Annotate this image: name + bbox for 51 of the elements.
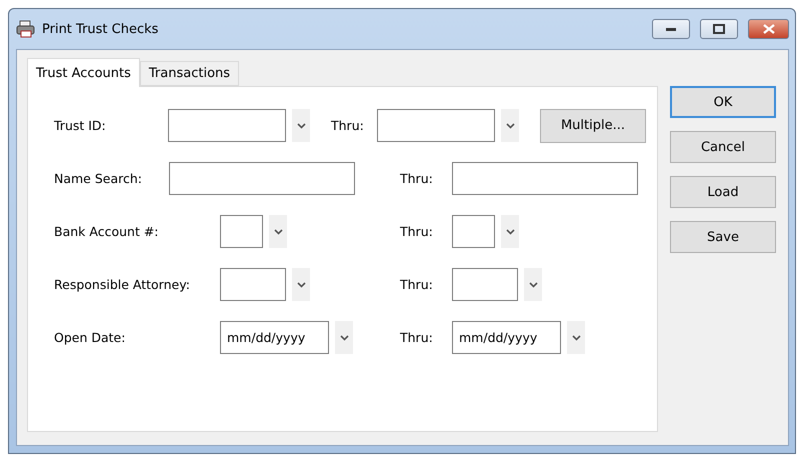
tab[interactable]: Trust Accounts [27, 58, 140, 87]
minimize-button[interactable] [652, 19, 690, 39]
dropdown-button[interactable] [269, 215, 287, 248]
multiple-button[interactable]: Multiple... [540, 108, 646, 142]
input-field[interactable] [220, 268, 286, 301]
dropdown-button[interactable] [335, 321, 353, 354]
field-label: Thru: [400, 171, 434, 186]
dropdown-button[interactable] [567, 321, 585, 354]
field-label: Thru: [400, 224, 434, 239]
input-field[interactable] [452, 215, 495, 248]
field-label: Trust ID: [54, 118, 107, 133]
dialog-button[interactable]: Cancel [670, 131, 776, 163]
field-label: Responsible Attorney: [54, 277, 191, 292]
field-label: Name Search: [54, 171, 144, 186]
printer-icon [16, 20, 36, 38]
maximize-button[interactable] [700, 19, 738, 39]
field-label: Bank Account #: [54, 224, 160, 239]
chevron-down-icon [506, 122, 514, 128]
dropdown-button[interactable] [524, 268, 542, 301]
input-field[interactable] [452, 162, 638, 195]
dropdown-button[interactable] [501, 109, 519, 142]
dialog-button[interactable]: Load [670, 176, 776, 208]
field-label: Thru: [400, 277, 434, 292]
chevron-down-icon [528, 282, 538, 288]
dialog-button[interactable]: OK [670, 86, 776, 118]
input-field[interactable] [220, 215, 263, 248]
dropdown-button[interactable] [501, 215, 519, 248]
dialog-button[interactable]: Save [670, 221, 776, 253]
field-label: Thru: [400, 330, 434, 345]
chevron-down-icon [274, 228, 282, 234]
input-field[interactable] [452, 268, 518, 301]
field-label: Thru: [331, 118, 365, 133]
input-field[interactable]: mm/dd/yyyy [220, 321, 329, 354]
chevron-down-icon [296, 122, 306, 128]
dropdown-button[interactable] [292, 268, 310, 301]
chevron-down-icon [340, 334, 348, 340]
field-label: Open Date: [54, 330, 126, 345]
close-button[interactable] [748, 19, 789, 39]
close-icon [762, 24, 774, 34]
minimize-icon [666, 28, 676, 30]
dropdown-button[interactable] [292, 109, 310, 142]
input-field[interactable] [377, 109, 495, 142]
maximize-icon [713, 24, 725, 34]
window-title: Print Trust Checks [42, 22, 160, 36]
input-field[interactable]: mm/dd/yyyy [452, 321, 561, 354]
chevron-down-icon [296, 282, 306, 288]
chevron-down-icon [506, 228, 514, 234]
chevron-down-icon [572, 334, 580, 340]
input-field[interactable] [169, 162, 355, 195]
tab[interactable]: Transactions [140, 61, 240, 86]
input-field[interactable] [168, 109, 286, 142]
